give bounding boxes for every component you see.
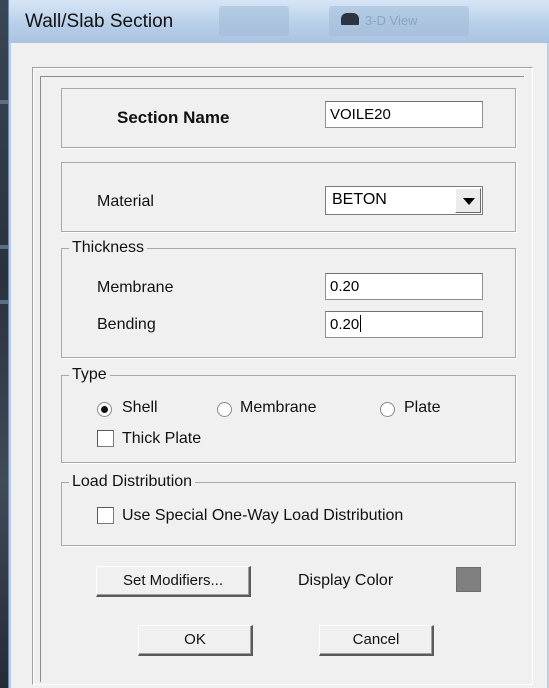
membrane-thickness-input[interactable]: 0.20 <box>325 273 483 300</box>
material-group: Material BETON <box>61 162 516 232</box>
shell-radio[interactable] <box>97 402 112 417</box>
section-name-label: Section Name <box>117 108 230 127</box>
wall-slab-section-dialog: 3-D View Wall/Slab Section Section Name … <box>8 0 549 688</box>
one-way-load-label[interactable]: Use Special One-Way Load Distribution <box>122 507 403 525</box>
thick-plate-label[interactable]: Thick Plate <box>122 430 201 448</box>
membrane-label: Membrane <box>97 279 174 296</box>
plate-radio[interactable] <box>380 402 395 417</box>
background-tab <box>219 6 289 36</box>
section-name-input[interactable]: VOILE20 <box>325 101 483 128</box>
set-modifiers-button[interactable]: Set Modifiers... <box>96 566 251 597</box>
background-mark <box>0 300 8 304</box>
display-color-swatch[interactable] <box>456 567 481 592</box>
dialog-title: Wall/Slab Section <box>25 11 174 32</box>
bending-thickness-value: 0.20 <box>330 316 360 333</box>
material-label: Material <box>97 193 154 210</box>
material-select-value: BETON <box>332 191 387 208</box>
bending-label: Bending <box>97 316 156 333</box>
plate-radio-label[interactable]: Plate <box>404 399 440 417</box>
display-color-label: Display Color <box>298 572 394 589</box>
thickness-legend: Thickness <box>69 239 148 257</box>
background-window-icon <box>341 13 359 25</box>
type-legend: Type <box>69 366 110 384</box>
load-distribution-legend: Load Distribution <box>69 473 196 491</box>
section-name-group: Section Name VOILE20 <box>61 88 516 148</box>
ok-button[interactable]: OK <box>138 625 253 656</box>
membrane-radio[interactable] <box>217 402 232 417</box>
text-cursor <box>360 315 362 332</box>
background-window-edge <box>0 0 8 688</box>
bending-thickness-input[interactable]: 0.20 <box>325 311 483 338</box>
type-group: Type Shell Membrane Plate Thick Plate <box>61 366 516 463</box>
one-way-load-checkbox[interactable] <box>97 507 114 524</box>
chevron-down-icon[interactable] <box>455 188 481 213</box>
shell-radio-label[interactable]: Shell <box>122 399 158 417</box>
thickness-group: Thickness Membrane 0.20 Bending 0.20 <box>61 239 516 358</box>
background-tab-title: 3-D View <box>365 13 418 28</box>
background-mark <box>0 100 8 104</box>
title-bar[interactable]: 3-D View Wall/Slab Section <box>9 0 549 43</box>
background-mark <box>0 245 8 249</box>
membrane-radio-label[interactable]: Membrane <box>240 399 316 417</box>
cancel-button[interactable]: Cancel <box>319 625 434 656</box>
material-select[interactable]: BETON <box>325 186 483 215</box>
load-distribution-group: Load Distribution Use Special One-Way Lo… <box>61 473 516 546</box>
thick-plate-checkbox[interactable] <box>97 430 114 447</box>
dialog-client-area: Section Name VOILE20 Material BETON Thic… <box>11 43 547 688</box>
